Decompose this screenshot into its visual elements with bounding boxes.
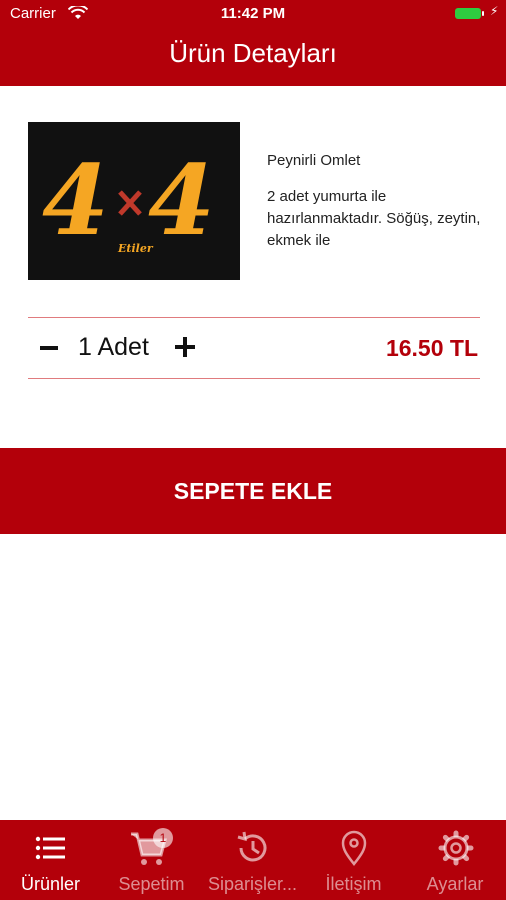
tab-urunler[interactable]: Ürünler [0, 820, 101, 900]
tab-iletisim[interactable]: İletişim [303, 820, 404, 900]
tab-label: İletişim [325, 874, 382, 894]
product-name: Peynirli Omlet [267, 152, 361, 169]
tab-label: Ürünler [20, 874, 81, 894]
gear-icon [438, 830, 474, 866]
charging-icon: ⚡ [490, 4, 499, 18]
increase-quantity-button[interactable] [172, 334, 198, 360]
header: Carrier 11:42 PM ⚡ Ürün Detayları [0, 0, 506, 86]
tab-label: Siparişler... [207, 874, 298, 894]
tab-bar: Ürünler Sepetim Siparişler... İletişim A… [0, 820, 506, 900]
status-bar: Carrier 11:42 PM ⚡ [0, 0, 506, 28]
add-to-cart-button[interactable]: SEPETE EKLE [0, 448, 506, 534]
svg-text:4: 4 [42, 144, 109, 257]
battery-cap [482, 11, 484, 16]
quantity-label: 1 Adet [78, 333, 149, 361]
svg-text:Etiler: Etiler [117, 242, 154, 255]
price-label: 16.50 TL [385, 335, 478, 361]
list-icon [35, 836, 65, 860]
decrease-quantity-button[interactable] [36, 334, 62, 360]
cart-count-badge: 1 [153, 828, 173, 848]
divider-top [28, 317, 480, 318]
tab-siparisler[interactable]: Siparişler... [202, 820, 303, 900]
divider-bottom [28, 378, 480, 379]
product-image: 4 4 Etiler [28, 122, 240, 280]
location-pin-icon [341, 830, 367, 867]
product-description: 2 adet yumurta ile hazırlanmaktadır. Söğ… [267, 188, 481, 249]
svg-text:4: 4 [148, 144, 215, 257]
history-icon [237, 831, 267, 862]
tab-label: Ayarlar [426, 874, 484, 894]
page-title: Ürün Detayları [169, 38, 337, 68]
tab-sepetim[interactable]: Sepetim [101, 820, 202, 900]
tab-ayarlar[interactable]: Ayarlar [404, 820, 506, 900]
clock: 11:42 PM [220, 5, 286, 22]
restaurant-logo: 4 4 Etiler [42, 144, 215, 257]
tab-label: Sepetim [118, 874, 185, 894]
battery-icon [455, 8, 481, 19]
